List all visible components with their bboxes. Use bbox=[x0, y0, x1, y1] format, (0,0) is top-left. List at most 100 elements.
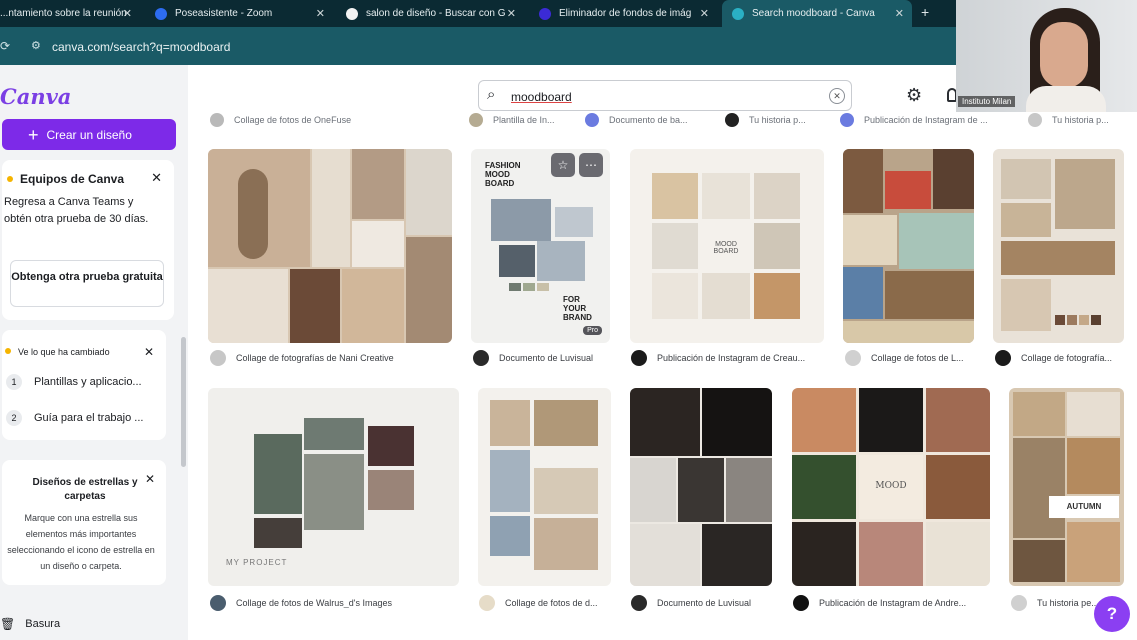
whats-new-item[interactable]: 1 Plantillas y aplicacio... bbox=[6, 374, 142, 390]
site-settings-icon[interactable]: ⚙ bbox=[31, 40, 43, 52]
author-avatar bbox=[995, 350, 1011, 366]
caption-text: Publicación de Instagram de Creau... bbox=[657, 353, 806, 363]
trash-icon: 🗑 bbox=[0, 617, 16, 631]
result-caption[interactable]: Collage de fotos de Walrus_d's Images bbox=[210, 595, 450, 611]
browser-tab[interactable]: ...ntamiento sobre la reunión ✕ bbox=[0, 0, 140, 27]
tile-title: MY PROJECT bbox=[226, 558, 288, 567]
result-caption[interactable]: Publicación de Instagram de Andre... bbox=[793, 595, 989, 611]
close-icon[interactable]: ✕ bbox=[507, 7, 516, 20]
whats-new-item-label: Plantillas y aplicacio... bbox=[34, 376, 142, 388]
author-avatar bbox=[725, 113, 739, 127]
caption-text: Plantilla de In... bbox=[493, 115, 555, 125]
settings-gear-icon[interactable]: ⚙ bbox=[906, 85, 922, 106]
tile-title: MOOD BOARD bbox=[702, 223, 750, 269]
template-thumbnail[interactable] bbox=[208, 149, 452, 343]
template-thumbnail[interactable] bbox=[630, 388, 772, 586]
caption-text: Collage de fotos de OneFuse bbox=[234, 115, 352, 125]
screen: ...ntamiento sobre la reunión ✕ Poseasis… bbox=[0, 0, 1137, 640]
reload-icon[interactable]: ⟳ bbox=[0, 39, 10, 53]
close-icon[interactable]: ✕ bbox=[895, 7, 904, 20]
trial-button[interactable]: Obtenga otra prueba gratuita bbox=[10, 260, 164, 307]
clear-search-icon[interactable]: ✕ bbox=[829, 88, 845, 104]
tile-title: AUTUMN bbox=[1049, 496, 1119, 518]
author-avatar bbox=[210, 113, 224, 127]
pro-badge: Pro bbox=[583, 326, 602, 335]
create-design-button[interactable]: + Crear un diseño bbox=[2, 119, 176, 150]
author-avatar bbox=[840, 113, 854, 127]
more-options-icon[interactable]: ⋯ bbox=[579, 153, 603, 177]
author-avatar bbox=[469, 113, 483, 127]
tab-label: salon de diseño - Buscar con G bbox=[366, 8, 506, 19]
author-avatar bbox=[793, 595, 809, 611]
result-caption[interactable]: Documento de Luvisual bbox=[473, 350, 613, 366]
template-thumbnail[interactable]: MOOD BOARD bbox=[630, 149, 824, 343]
tile-title: MOOD bbox=[859, 455, 923, 519]
caption-text: Collage de fotos de d... bbox=[505, 598, 598, 608]
caption-text: Tu historia pe... bbox=[1037, 598, 1099, 608]
caption-text: Publicación de Instagram de Andre... bbox=[819, 598, 967, 608]
sidebar-scrollbar[interactable] bbox=[181, 337, 186, 467]
author-avatar bbox=[210, 350, 226, 366]
template-thumbnail[interactable]: MY PROJECT bbox=[208, 388, 459, 586]
result-caption[interactable]: Collage de fotografía... bbox=[995, 350, 1125, 366]
trash-label: Basura bbox=[25, 618, 61, 630]
result-caption[interactable]: Tu historia p... bbox=[1028, 113, 1109, 127]
caption-text: Documento de Luvisual bbox=[657, 598, 752, 608]
template-thumbnail[interactable] bbox=[843, 149, 974, 343]
result-caption[interactable]: Collage de fotos de OneFuse bbox=[210, 113, 351, 127]
browser-tab-active[interactable]: Search moodboard - Canva ✕ bbox=[722, 0, 912, 27]
caption-text: Collage de fotos de L... bbox=[871, 353, 964, 363]
search-bar[interactable]: ⌕ moodboard ✕ bbox=[478, 80, 852, 111]
google-favicon-icon bbox=[346, 7, 358, 20]
template-thumbnail[interactable]: FASHION MOOD BOARD FOR YOUR BRAND Pro ☆ … bbox=[471, 149, 610, 343]
zoom-favicon-icon bbox=[155, 7, 167, 20]
caption-text: Tu historia p... bbox=[1052, 115, 1109, 125]
star-icon[interactable]: ☆ bbox=[551, 153, 575, 177]
result-caption[interactable]: Collage de fotos de L... bbox=[845, 350, 975, 366]
tab-label: Poseasistente - Zoom bbox=[175, 8, 273, 19]
result-caption[interactable]: Plantilla de In... bbox=[469, 113, 555, 127]
close-icon[interactable]: ✕ bbox=[700, 7, 709, 20]
plus-icon: + bbox=[28, 124, 39, 145]
tab-label: Eliminador de fondos de imág bbox=[559, 8, 692, 19]
author-avatar bbox=[1011, 595, 1027, 611]
caption-text: Publicación de Instagram de ... bbox=[864, 115, 988, 125]
result-caption[interactable]: Documento de Luvisual bbox=[631, 595, 771, 611]
template-thumbnail[interactable]: MOOD bbox=[792, 388, 990, 586]
close-icon[interactable]: ✕ bbox=[151, 170, 162, 186]
browser-tab[interactable]: Poseasistente - Zoom ✕ bbox=[155, 0, 333, 27]
close-icon[interactable]: ✕ bbox=[123, 7, 132, 20]
search-icon: ⌕ bbox=[487, 86, 496, 103]
template-thumbnail[interactable] bbox=[478, 388, 611, 586]
caption-text: Documento de ba... bbox=[609, 115, 688, 125]
whats-new-title: Ve lo que ha cambiado bbox=[18, 347, 110, 357]
step-number: 1 bbox=[6, 374, 22, 390]
browser-tab[interactable]: Eliminador de fondos de imág ✕ bbox=[539, 0, 717, 27]
result-caption[interactable]: Publicación de Instagram de Creau... bbox=[631, 350, 827, 366]
close-icon[interactable]: ✕ bbox=[144, 345, 154, 359]
author-avatar bbox=[845, 350, 861, 366]
result-caption[interactable]: Collage de fotografías de Nani Creative bbox=[210, 350, 440, 366]
close-icon[interactable]: ✕ bbox=[145, 472, 155, 486]
url-field[interactable]: canva.com/search?q=moodboard bbox=[52, 40, 230, 54]
search-input[interactable]: moodboard bbox=[511, 90, 572, 104]
close-icon[interactable]: ✕ bbox=[316, 7, 325, 20]
template-thumbnail[interactable]: AUTUMN bbox=[1009, 388, 1124, 586]
tile-title: FOR YOUR BRAND bbox=[563, 295, 592, 322]
whats-new-item-label: Guía para el trabajo ... bbox=[34, 412, 144, 424]
whats-new-item[interactable]: 2 Guía para el trabajo ... bbox=[6, 410, 143, 426]
browser-tab[interactable]: salon de diseño - Buscar con G ✕ bbox=[346, 0, 524, 27]
result-caption[interactable]: Documento de ba... bbox=[585, 113, 688, 127]
help-button[interactable]: ? bbox=[1094, 596, 1130, 632]
participant-name: Instituto Milan bbox=[958, 96, 1016, 107]
author-avatar bbox=[585, 113, 599, 127]
canva-logo[interactable]: Canva bbox=[0, 84, 71, 109]
teams-card-title: Equipos de Canva bbox=[20, 172, 125, 186]
template-thumbnail[interactable] bbox=[993, 149, 1124, 343]
author-avatar bbox=[479, 595, 495, 611]
result-caption[interactable]: Collage de fotos de d... bbox=[479, 595, 610, 611]
new-tab-button[interactable]: + bbox=[921, 4, 929, 20]
result-caption[interactable]: Publicación de Instagram de ... bbox=[840, 113, 988, 127]
result-caption[interactable]: Tu historia p... bbox=[725, 113, 806, 127]
trash-link[interactable]: 🗑 Basura bbox=[0, 617, 60, 631]
